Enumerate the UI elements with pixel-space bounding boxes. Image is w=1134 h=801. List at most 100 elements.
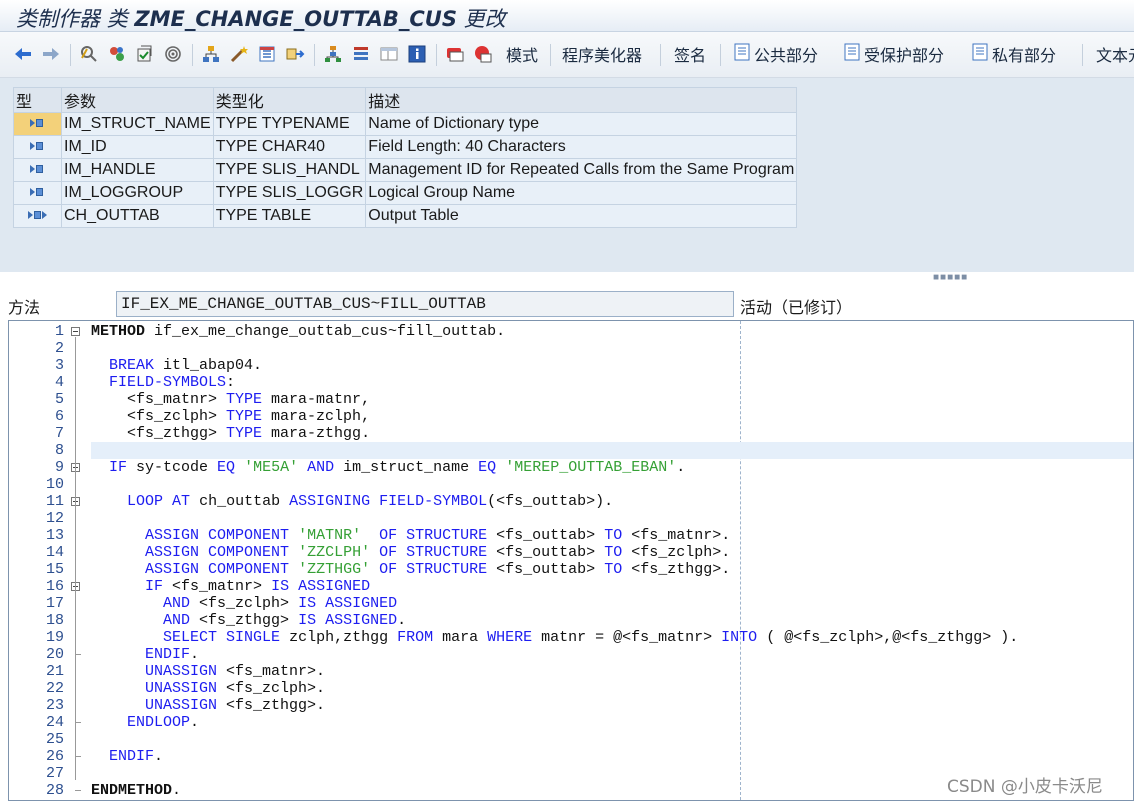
back-arrow-icon[interactable]	[12, 42, 34, 66]
importing-param-icon[interactable]	[13, 135, 62, 159]
line-number: 13	[45, 527, 64, 544]
code-line[interactable]: ASSIGN COMPONENT 'ZZTHGG' OF STRUCTURE <…	[91, 561, 730, 578]
signature-button[interactable]: 签名	[674, 42, 706, 66]
toolbar-separator	[70, 44, 71, 66]
param-description-cell[interactable]: Output Table	[365, 204, 798, 228]
text-elements-button[interactable]: 文本元	[1096, 42, 1134, 66]
method-row: 方法 IF_EX_ME_CHANGE_OUTTAB_CUS~FILL_OUTTA…	[0, 286, 1134, 318]
toolbar-separator	[660, 44, 661, 66]
where-used-icon[interactable]	[162, 42, 184, 66]
code-line[interactable]: <fs_matnr> TYPE mara-matnr,	[91, 391, 370, 408]
importing-param-icon[interactable]	[13, 181, 62, 205]
method-label: 方法	[8, 298, 41, 317]
code-line[interactable]: UNASSIGN <fs_matnr>.	[91, 663, 325, 680]
changing-param-icon[interactable]	[13, 204, 62, 228]
code-line[interactable]: UNASSIGN <fs_zthgg>.	[91, 697, 325, 714]
line-number: 11	[45, 493, 64, 510]
param-name-cell[interactable]: CH_OUTTAB	[61, 204, 214, 228]
param-name-cell[interactable]: IM_LOGGROUP	[61, 181, 214, 205]
method-name-field[interactable]: IF_EX_ME_CHANGE_OUTTAB_CUS~FILL_OUTTAB	[116, 291, 734, 317]
line-number: 26	[45, 748, 64, 765]
column-header-type[interactable]: 型	[13, 87, 62, 113]
param-typing-cell[interactable]: TYPE TYPENAME	[212, 112, 367, 136]
check-object-icon[interactable]	[134, 42, 156, 66]
magic-wand-icon[interactable]	[228, 42, 250, 66]
code-line[interactable]: IF sy-tcode EQ 'ME5A' AND im_struct_name…	[91, 459, 685, 476]
list-icon[interactable]	[256, 42, 278, 66]
param-name-cell[interactable]: IM_HANDLE	[61, 158, 214, 182]
param-typing-cell[interactable]: TYPE SLIS_HANDL	[212, 158, 367, 182]
code-line[interactable]: ENDIF.	[91, 748, 163, 765]
code-line[interactable]: ASSIGN COMPONENT 'MATNR' OF STRUCTURE <f…	[91, 527, 730, 544]
line-number: 24	[45, 714, 64, 731]
private-section-button[interactable]: 私有部分	[970, 42, 1056, 66]
pattern-tree-icon[interactable]	[322, 42, 344, 66]
code-editor[interactable]: 1 2 3 4 5 6 7 8 9 10 11 12 13 14 15 16 17 18 19 20 21 22 23 24 2…	[8, 320, 1134, 801]
stack-icon[interactable]	[350, 42, 372, 66]
forward-arrow-icon[interactable]	[40, 42, 62, 66]
toolbar-separator	[314, 44, 315, 66]
code-line[interactable]: UNASSIGN <fs_zclph>.	[91, 680, 325, 697]
code-line[interactable]: <fs_zclph> TYPE mara-zclph,	[91, 408, 370, 425]
line-number: 9	[54, 459, 64, 476]
param-description-cell[interactable]: Management ID for Repeated Calls from th…	[365, 158, 798, 182]
table-row[interactable]: IM_LOGGROUP TYPE SLIS_LOGGR Logical Grou…	[13, 181, 798, 205]
code-line[interactable]: SELECT SINGLE zclph,zthgg FROM mara WHER…	[91, 629, 1018, 646]
info-icon[interactable]	[406, 42, 428, 66]
column-header-parameter[interactable]: 参数	[61, 87, 214, 113]
column-header-description[interactable]: 描述	[365, 87, 798, 113]
code-line[interactable]: ENDLOOP.	[91, 714, 199, 731]
importing-param-icon[interactable]	[13, 112, 62, 136]
param-name-cell[interactable]: IM_STRUCT_NAME	[61, 112, 214, 136]
document-icon	[970, 42, 992, 67]
code-line[interactable]: FIELD-SYMBOLS:	[91, 374, 235, 391]
code-line[interactable]: AND <fs_zthgg> IS ASSIGNED.	[91, 612, 406, 629]
line-number: 15	[45, 561, 64, 578]
code-line[interactable]: AND <fs_zclph> IS ASSIGNED	[91, 595, 397, 612]
window-layout-icon[interactable]	[378, 42, 400, 66]
breakpoint-icon[interactable]	[444, 42, 466, 66]
column-header-typing[interactable]: 类型化	[212, 87, 367, 113]
pretty-printer-button[interactable]: 程序美化器	[562, 42, 642, 66]
document-icon	[732, 42, 754, 67]
table-row[interactable]: IM_STRUCT_NAME TYPE TYPENAME Name of Dic…	[13, 112, 798, 136]
mode-button[interactable]: 模式	[506, 42, 538, 66]
code-line[interactable]: BREAK itl_abap04.	[91, 357, 262, 374]
line-number: 3	[54, 357, 64, 374]
fold-toggle-icon[interactable]	[71, 327, 80, 336]
param-name-cell[interactable]: IM_ID	[61, 135, 214, 159]
param-typing-cell[interactable]: TYPE TABLE	[212, 204, 367, 228]
transport-icon[interactable]	[284, 42, 306, 66]
table-row[interactable]: IM_ID TYPE CHAR40 Field Length: 40 Chara…	[13, 135, 798, 159]
hierarchy-icon[interactable]	[200, 42, 222, 66]
print-margin-line	[740, 321, 741, 800]
param-typing-cell[interactable]: TYPE CHAR40	[212, 135, 367, 159]
protected-section-button[interactable]: 受保护部分	[842, 42, 944, 66]
code-line[interactable]: METHOD if_ex_me_change_outtab_cus~fill_o…	[91, 323, 505, 340]
code-line[interactable]: ENDIF.	[91, 646, 199, 663]
code-line[interactable]: ENDMETHOD.	[91, 782, 181, 799]
splitter-handle-icon[interactable]: ■■■■■	[933, 272, 968, 283]
code-line[interactable]: IF <fs_matnr> IS ASSIGNED	[91, 578, 370, 595]
toolbar-separator	[720, 44, 721, 66]
param-description-cell[interactable]: Logical Group Name	[365, 181, 798, 205]
line-number: 8	[54, 442, 64, 459]
fold-guide-end	[75, 722, 81, 723]
display-change-icon[interactable]	[78, 42, 100, 66]
param-description-cell[interactable]: Name of Dictionary type	[365, 112, 798, 136]
external-breakpoint-icon[interactable]	[472, 42, 494, 66]
table-row[interactable]: CH_OUTTAB TYPE TABLE Output Table	[13, 204, 798, 228]
code-line[interactable]: <fs_zthgg> TYPE mara-zthgg.	[91, 425, 370, 442]
table-row[interactable]: IM_HANDLE TYPE SLIS_HANDL Management ID …	[13, 158, 798, 182]
window-title: 类制作器 类 ZME_CHANGE_OUTTAB_CUS 更改	[16, 7, 506, 31]
code-line[interactable]: LOOP AT ch_outtab ASSIGNING FIELD-SYMBOL…	[91, 493, 613, 510]
line-number: 18	[45, 612, 64, 629]
public-section-button[interactable]: 公共部分	[732, 42, 818, 66]
protected-section-label: 受保护部分	[864, 46, 945, 65]
activate-icon[interactable]	[106, 42, 128, 66]
param-description-cell[interactable]: Field Length: 40 Characters	[365, 135, 798, 159]
importing-param-icon[interactable]	[13, 158, 62, 182]
param-typing-cell[interactable]: TYPE SLIS_LOGGR	[212, 181, 367, 205]
line-number: 4	[54, 374, 64, 391]
code-line[interactable]: ASSIGN COMPONENT 'ZZCLPH' OF STRUCTURE <…	[91, 544, 730, 561]
